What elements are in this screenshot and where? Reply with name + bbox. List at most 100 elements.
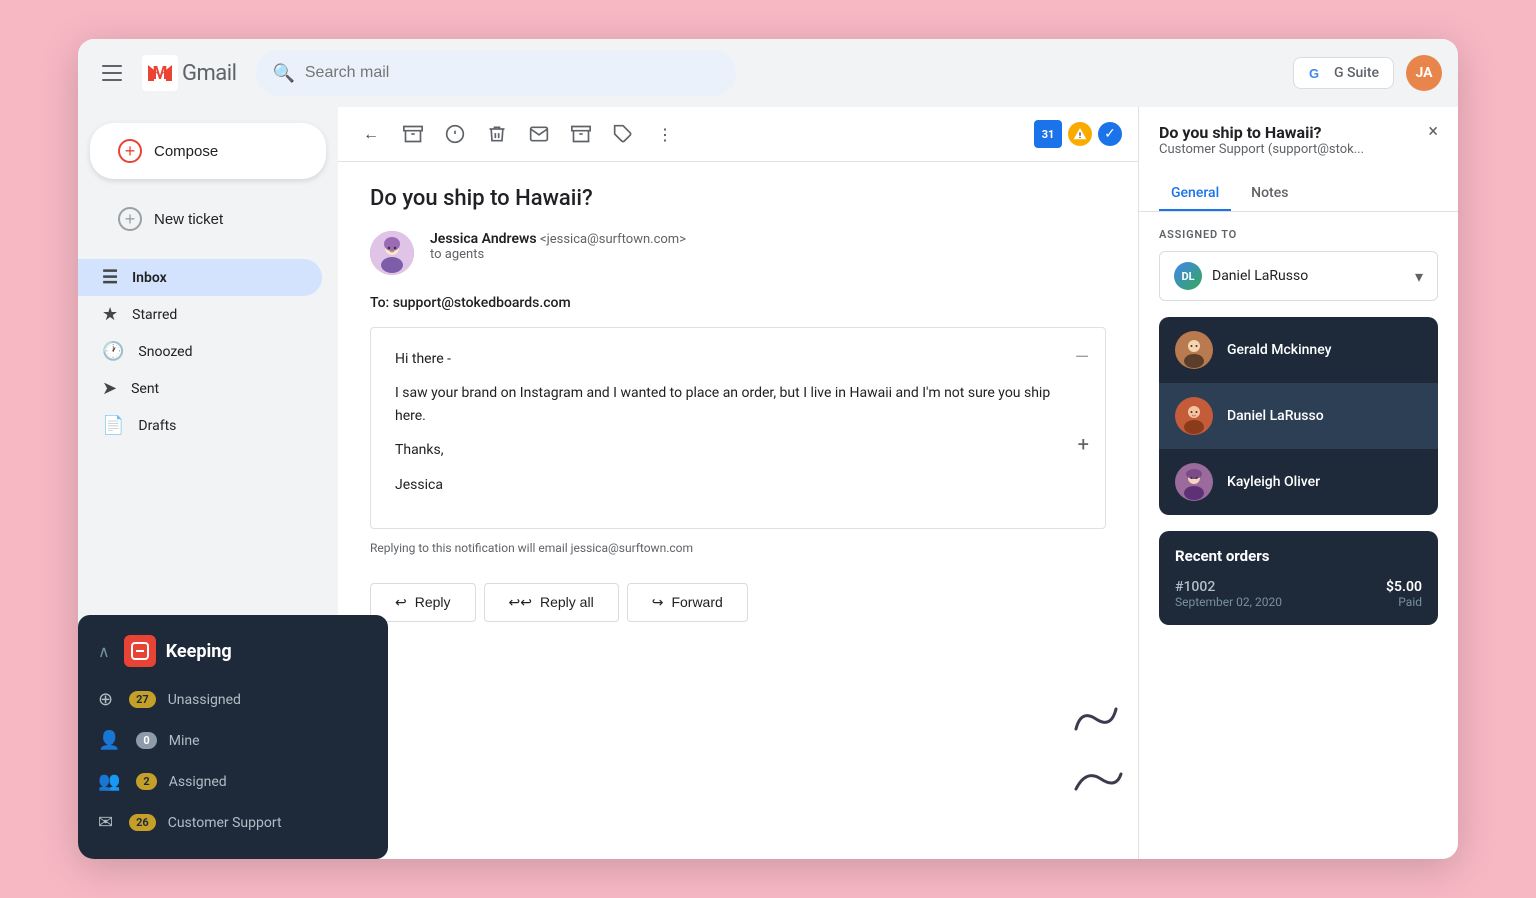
new-ticket-button[interactable]: + New ticket [90,195,326,243]
keeping-brand-name: Keeping [166,641,232,662]
search-input[interactable] [305,64,721,82]
mine-icon: 👤 [98,730,120,751]
order-date: September 02, 2020 [1175,595,1282,609]
drafts-icon: 📄 [102,415,124,436]
reply-all-arrow-icon: ↩↩ [509,594,532,611]
k-sidebar-item-unassigned[interactable]: ⊕ 27 Unassigned [78,679,388,720]
assigned-to-label: ASSIGNED TO [1159,228,1438,241]
recent-orders-title: Recent orders [1175,547,1422,565]
assigned-badge: 2 [136,773,156,790]
assigned-user-name: Daniel LaRusso [1212,268,1308,284]
gmail-label: Gmail [182,61,236,86]
svg-text:G: G [1309,66,1319,81]
warning-indicator [1068,122,1092,146]
customer-support-label: Customer Support [168,815,282,831]
k-sidebar-item-mine[interactable]: 👤 0 Mine [78,720,388,761]
search-bar[interactable]: 🔍 [256,50,736,96]
user-avatar[interactable]: JA [1406,55,1442,91]
compose-button[interactable]: + Compose [90,123,326,179]
body-line-1: Hi there - [395,348,1081,370]
reply-buttons-bar: ↩ Reply ↩↩ Reply all ↪ Forward [370,567,1106,638]
agent-item-gerald[interactable]: Gerald Mckinney [1159,317,1438,383]
assigned-user-avatar: DL [1174,262,1202,290]
more-button[interactable]: ⋮ [648,117,682,151]
calendar-indicator: 31 [1034,120,1062,148]
agent-dropdown: Gerald Mckinney [1159,317,1438,515]
email-panel: ← ⋮ [338,107,1138,859]
agent-name-gerald: Gerald Mckinney [1227,342,1332,358]
reply-all-button[interactable]: ↩↩ Reply all [484,583,619,622]
delete-button[interactable] [480,117,514,151]
email-body: — Hi there - I saw your brand on Instagr… [370,327,1106,529]
keeping-body: ASSIGNED TO DL Daniel LaRusso ▾ [1139,212,1458,859]
forward-arrow-icon: ↪ [652,594,664,611]
assigned-label: Assigned [169,774,227,790]
order-status: Paid [1386,595,1422,609]
reply-button[interactable]: ↩ Reply [370,583,476,622]
hamburger-button[interactable] [94,55,130,91]
keeping-brand: ∧ Keeping [78,631,388,679]
email-subject: Do you ship to Hawaii? [370,186,1106,211]
sidebar-item-inbox[interactable]: ☰ Inbox [78,259,322,296]
inbox-icon: ☰ [102,267,118,288]
agent-item-kayleigh[interactable]: Kayleigh Oliver [1159,449,1438,515]
tab-general[interactable]: General [1159,177,1231,211]
keeping-close-button[interactable]: × [1428,121,1438,142]
star-icon: ★ [102,304,118,325]
order-row: #1002 September 02, 2020 $5.00 Paid [1175,579,1422,609]
collapse-icon[interactable]: — [1075,344,1089,373]
sidebar-item-sent[interactable]: ➤ Sent [78,370,322,407]
email-meta: Jessica Andrews <jessica@surftown.com> t… [370,231,1106,275]
keeping-brand-icon [124,635,156,667]
archive-button[interactable] [396,117,430,151]
keeping-tabs: General Notes [1139,177,1458,212]
sidebar-item-starred[interactable]: ★ Starred [78,296,322,333]
spam-button[interactable] [438,117,472,151]
sender-name: Jessica Andrews <jessica@surftown.com> [430,231,686,247]
compose-plus-icon: + [118,139,142,163]
agent-name-daniel: Daniel LaRusso [1227,408,1324,424]
body-line-3: Thanks, [395,439,1081,461]
tab-notes[interactable]: Notes [1239,177,1300,211]
body-line-2: I saw your brand on Instagram and I want… [395,382,1081,427]
sidebar-item-label: Drafts [138,418,176,434]
body-line-4: Jessica [395,474,1081,496]
back-button[interactable]: ← [354,117,388,151]
mark-unread-button[interactable] [522,117,556,151]
keeping-right-panel: Do you ship to Hawaii? Customer Support … [1138,107,1458,859]
keeping-collapse-icon[interactable]: ∧ [98,642,110,661]
sidebar-item-drafts[interactable]: 📄 Drafts [78,407,322,444]
unassigned-label: Unassigned [168,692,241,708]
daniel-avatar [1175,397,1213,435]
sidebar-item-label: Inbox [132,270,167,286]
agent-name-kayleigh: Kayleigh Oliver [1227,474,1320,490]
assigned-select[interactable]: DL Daniel LaRusso ▾ [1159,251,1438,301]
snooze-button[interactable] [564,117,598,151]
keeping-header: Do you ship to Hawaii? Customer Support … [1139,107,1458,169]
sidebar-item-label: Starred [132,307,177,323]
order-id: #1002 [1175,579,1282,595]
check-indicator: ✓ [1098,122,1122,146]
forward-button[interactable]: ↪ Forward [627,583,748,622]
label-button[interactable] [606,117,640,151]
keeping-panel-title: Do you ship to Hawaii? [1159,123,1364,142]
search-icon: 🔍 [272,63,294,84]
email-content: Do you ship to Hawaii? [338,162,1138,859]
svg-text:M: M [153,63,168,83]
sidebar-item-snoozed[interactable]: 🕐 Snoozed [78,333,322,370]
gsuite-icon: G [1308,64,1326,82]
mine-label: Mine [169,733,200,749]
gsuite-button[interactable]: G G Suite [1293,57,1394,89]
gsuite-label: G Suite [1334,65,1379,81]
sidebar-item-label: Sent [131,381,159,397]
unassigned-icon: ⊕ [98,689,113,710]
agent-item-daniel[interactable]: Daniel LaRusso [1159,383,1438,449]
sender-avatar [370,231,414,275]
mine-badge: 0 [136,732,156,749]
reply-notification: Replying to this notification will email… [370,541,1106,555]
reply-arrow-icon: ↩ [395,594,407,611]
expand-icon[interactable]: + [1078,428,1089,460]
assigned-icon: 👥 [98,771,120,792]
k-sidebar-item-assigned[interactable]: 👥 2 Assigned [78,761,388,802]
k-sidebar-item-customer-support[interactable]: ✉ 26 Customer Support [78,802,388,843]
